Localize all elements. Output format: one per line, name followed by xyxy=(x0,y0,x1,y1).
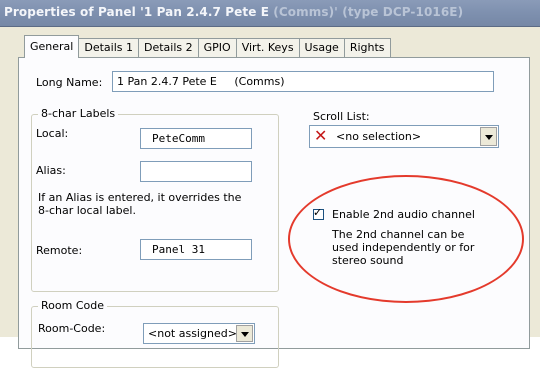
scroll-list-dropdown-button[interactable] xyxy=(480,127,497,146)
room-code-group-title: Room Code xyxy=(38,299,107,312)
alias-label: Alias: xyxy=(36,164,66,177)
check-icon: ✓ xyxy=(313,206,323,219)
tab-usage[interactable]: Usage xyxy=(299,38,345,58)
room-code-dropdown-button[interactable] xyxy=(236,325,253,342)
audio-description: The 2nd channel can be used independentl… xyxy=(332,228,474,267)
audio-description-line-3: stereo sound xyxy=(332,254,404,267)
scroll-list-combo[interactable]: ✕ <no selection> xyxy=(309,125,499,148)
alias-note: If an Alias is entered, it overrides the… xyxy=(38,191,241,217)
remote-field[interactable]: Panel 31 xyxy=(140,239,252,260)
scroll-list-value: <no selection> xyxy=(336,130,422,143)
alias-note-line-1: If an Alias is entered, it overrides the xyxy=(38,191,242,204)
window-title-text: Properties of Panel '1 Pan 2.4.7 Pete E xyxy=(4,5,270,19)
local-field[interactable]: PeteComm xyxy=(140,128,252,149)
audio-description-line-2: used independently or for xyxy=(332,241,475,254)
tab-strip: General Details 1 Details 2 GPIO Virt. K… xyxy=(24,35,391,58)
eight-char-labels-title: 8-char Labels xyxy=(38,107,119,120)
tab-gpio[interactable]: GPIO xyxy=(198,38,237,58)
long-name-label: Long Name: xyxy=(36,76,103,89)
tab-virt-keys[interactable]: Virt. Keys xyxy=(236,38,300,58)
long-name-field[interactable]: 1 Pan 2.4.7 Pete E (Comms) xyxy=(112,71,494,92)
window-title: Properties of Panel '1 Pan 2.4.7 Pete E … xyxy=(4,5,463,19)
remote-label: Remote: xyxy=(36,244,83,257)
room-code-label: Room-Code: xyxy=(38,322,106,335)
local-label: Local: xyxy=(36,127,69,140)
title-bar: Properties of Panel '1 Pan 2.4.7 Pete E … xyxy=(0,0,540,27)
general-tab-panel: Long Name: 1 Pan 2.4.7 Pete E (Comms) 8-… xyxy=(18,57,530,368)
alias-note-line-2: 8-char local label. xyxy=(38,204,136,217)
room-code-value: <not assigned> xyxy=(148,327,237,340)
enable-2nd-audio-label: Enable 2nd audio channel xyxy=(332,208,475,221)
chevron-down-icon xyxy=(241,332,249,337)
properties-dialog: General Details 1 Details 2 GPIO Virt. K… xyxy=(0,27,540,368)
x-icon: ✕ xyxy=(314,126,328,145)
tab-details-2[interactable]: Details 2 xyxy=(139,38,199,58)
window-title-type: (Comms)' (type DCP-1016E) xyxy=(269,5,464,19)
tab-general[interactable]: General xyxy=(24,35,80,58)
room-code-combo[interactable]: <not assigned> xyxy=(143,323,255,344)
tab-details-1[interactable]: Details 1 xyxy=(79,38,139,58)
alias-field[interactable] xyxy=(140,161,252,182)
audio-description-line-1: The 2nd channel can be xyxy=(332,228,465,241)
enable-2nd-audio-checkbox[interactable]: ✓ xyxy=(313,206,324,220)
scroll-list-label: Scroll List: xyxy=(313,110,370,123)
tab-rights[interactable]: Rights xyxy=(344,38,391,58)
chevron-down-icon xyxy=(485,135,493,140)
